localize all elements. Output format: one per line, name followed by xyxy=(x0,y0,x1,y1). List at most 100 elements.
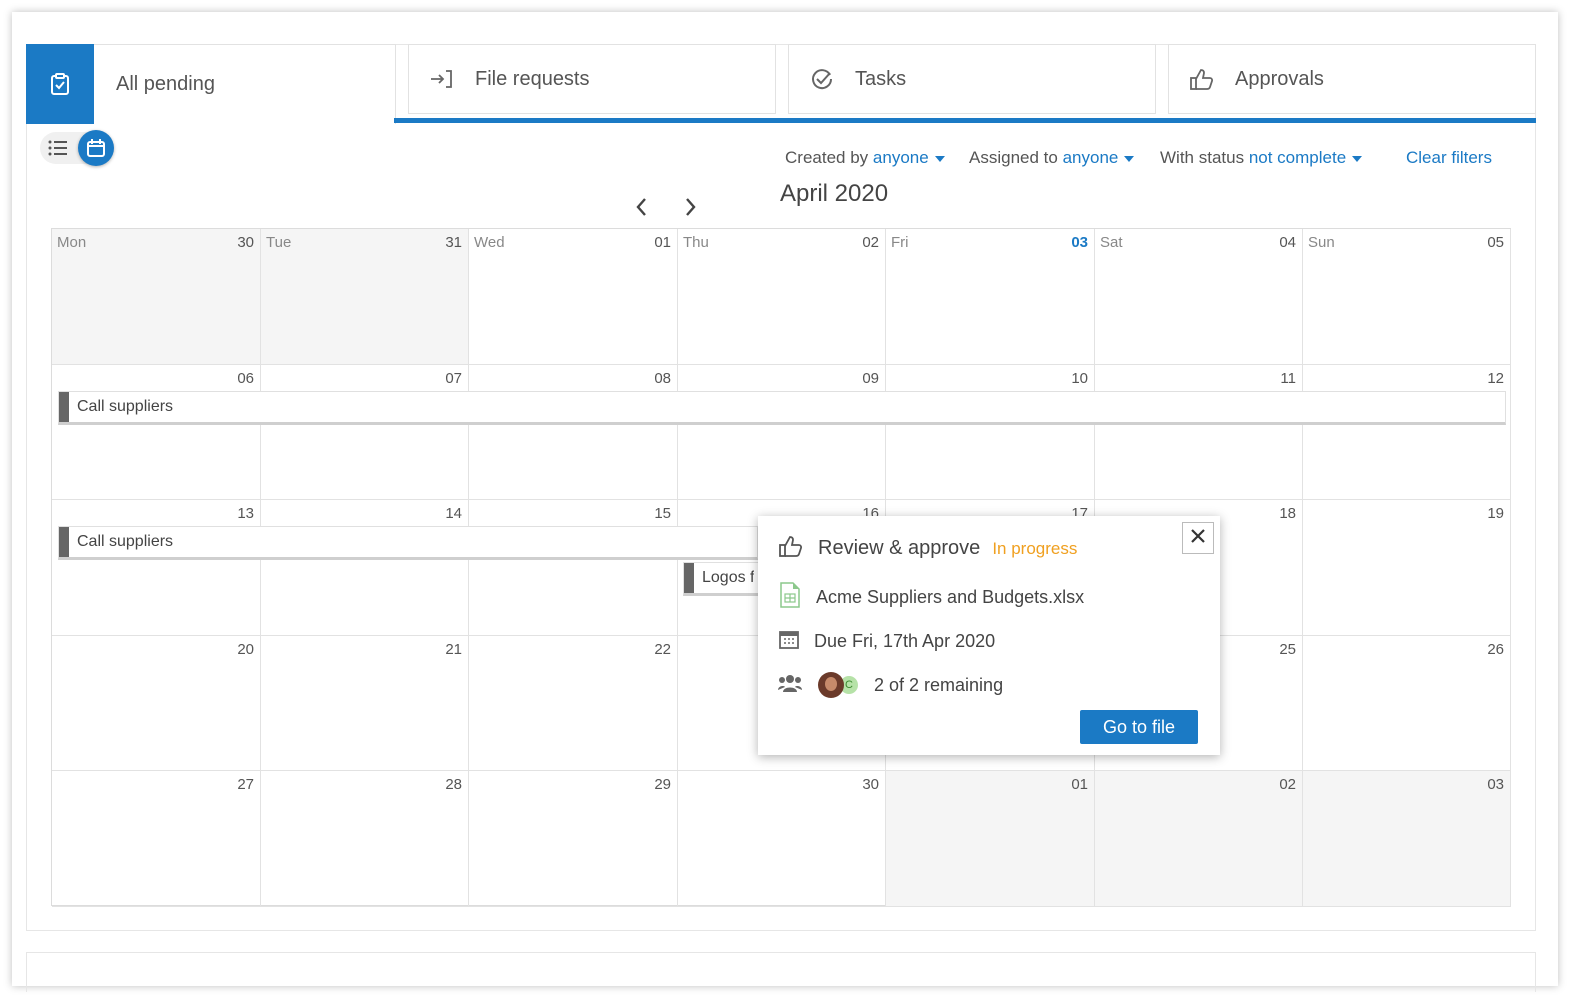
calendar-day-cell[interactable]: 12 xyxy=(1303,364,1511,501)
calendar-view-icon[interactable] xyxy=(78,130,114,166)
status-filter[interactable]: With status not complete xyxy=(1160,148,1363,168)
go-to-file-button[interactable]: Go to file xyxy=(1080,710,1198,744)
next-month-icon[interactable] xyxy=(684,196,698,223)
day-number: 22 xyxy=(654,640,671,658)
calendar-day-cell[interactable]: 11 xyxy=(1095,364,1303,501)
popup-assignees-row: C 2 of 2 remaining xyxy=(778,672,1003,698)
day-number: 31 xyxy=(445,234,462,251)
calendar-day-cell[interactable]: Fri 03 xyxy=(886,229,1095,365)
filter-label: Created by xyxy=(785,148,869,167)
calendar-day-cell[interactable]: 26 xyxy=(1303,635,1511,772)
event-label: Call suppliers xyxy=(77,398,174,415)
calendar-day-cell[interactable]: Sun 05 xyxy=(1303,229,1511,365)
close-icon xyxy=(1190,528,1206,549)
bottom-panel xyxy=(26,952,1536,992)
filter-value: anyone xyxy=(872,148,929,167)
calendar-day-cell[interactable]: 27 xyxy=(52,771,261,907)
tab-file-requests[interactable]: File requests xyxy=(408,44,776,114)
tab-label: Tasks xyxy=(855,67,907,90)
tab-approvals[interactable]: Approvals xyxy=(1168,44,1536,114)
calendar-day-cell[interactable]: Wed 01 xyxy=(469,229,678,365)
tab-label: All pending xyxy=(116,73,215,95)
calendar-event[interactable]: Logos f xyxy=(683,562,759,596)
calendar-day-cell[interactable]: 10 xyxy=(886,364,1095,501)
calendar-day-cell[interactable]: 02 xyxy=(1095,771,1303,907)
popup-remaining: 2 of 2 remaining xyxy=(874,674,1004,695)
day-number: 02 xyxy=(1279,776,1296,794)
calendar-day-cell[interactable]: 30 xyxy=(678,771,886,907)
calendar-event[interactable]: Call suppliers xyxy=(58,391,1506,425)
app-window: All pending File requests Tasks Approval… xyxy=(12,12,1558,992)
avatar xyxy=(818,672,844,698)
day-number: 01 xyxy=(654,234,671,251)
calendar-day-cell[interactable]: 08 xyxy=(469,364,678,501)
day-number: 09 xyxy=(862,369,879,387)
day-number: 21 xyxy=(445,640,462,658)
day-name: Thu xyxy=(683,234,709,251)
day-number: 15 xyxy=(654,505,671,523)
day-number: 18 xyxy=(1279,505,1296,523)
check-circle-icon xyxy=(789,67,855,91)
day-number: 29 xyxy=(654,776,671,794)
calendar-day-cell[interactable]: 15 xyxy=(469,500,678,636)
calendar-icon xyxy=(778,628,800,655)
filter-label: Assigned to xyxy=(969,148,1058,167)
calendar-day-cell[interactable]: 07 xyxy=(261,364,469,501)
day-number: 26 xyxy=(1487,640,1504,658)
calendar-day-cell[interactable]: Mon 30 xyxy=(52,229,261,365)
calendar-event[interactable]: Call suppliers xyxy=(58,526,758,560)
day-name: Mon xyxy=(57,234,87,251)
popup-file-name[interactable]: Acme Suppliers and Budgets.xlsx xyxy=(816,587,1084,608)
calendar-day-cell[interactable]: 14 xyxy=(261,500,469,636)
day-number: 04 xyxy=(1279,234,1296,251)
calendar-day-cell[interactable]: 29 xyxy=(469,771,678,907)
users-icon xyxy=(778,673,802,698)
day-number: 02 xyxy=(862,234,879,251)
caret-down-icon xyxy=(1124,155,1135,162)
popup-due-date: Due Fri, 17th Apr 2020 xyxy=(814,631,996,651)
view-toggle xyxy=(40,130,114,166)
day-number: 01 xyxy=(1071,776,1088,794)
day-number: 08 xyxy=(654,369,671,387)
tab-tasks[interactable]: Tasks xyxy=(788,44,1156,114)
list-view-icon[interactable] xyxy=(48,140,68,161)
month-title: April 2020 xyxy=(780,180,889,207)
day-number: 10 xyxy=(1071,369,1088,387)
calendar-day-cell[interactable]: 01 xyxy=(886,771,1095,907)
calendar-day-cell[interactable]: 20 xyxy=(52,635,261,772)
filter-value: not complete xyxy=(1248,148,1347,167)
tab-bar: All pending File requests Tasks Approval… xyxy=(26,44,1536,124)
calendar-day-cell[interactable]: 28 xyxy=(261,771,469,907)
calendar-day-cell[interactable]: Sat 04 xyxy=(1095,229,1303,365)
day-number: 05 xyxy=(1487,234,1504,251)
calendar-day-cell[interactable]: 21 xyxy=(261,635,469,772)
day-number: 13 xyxy=(237,505,254,523)
assigned-to-filter[interactable]: Assigned to anyone xyxy=(969,148,1135,168)
calendar-day-cell[interactable]: 19 xyxy=(1303,500,1511,636)
popup-due-row: Due Fri, 17th Apr 2020 xyxy=(778,628,995,655)
close-button[interactable] xyxy=(1182,522,1214,554)
day-number: 07 xyxy=(445,369,462,387)
calendar-day-cell[interactable]: 03 xyxy=(1303,771,1511,907)
popup-title-row: Review & approve In progress xyxy=(778,534,1077,563)
prev-month-icon[interactable] xyxy=(634,196,648,223)
day-name: Tue xyxy=(266,234,292,251)
calendar-day-cell[interactable]: 13 xyxy=(52,500,261,636)
calendar-day-cell[interactable]: 22 xyxy=(469,635,678,772)
calendar-day-cell[interactable]: 09 xyxy=(678,364,886,501)
day-number: 20 xyxy=(237,640,254,658)
popup-type: Review & approve xyxy=(818,537,981,559)
day-number: 06 xyxy=(237,369,254,387)
calendar-day-cell[interactable]: Tue 31 xyxy=(261,229,469,365)
assignee-avatars: C xyxy=(818,672,860,698)
calendar-day-cell[interactable]: Thu 02 xyxy=(678,229,886,365)
day-name: Sun xyxy=(1308,234,1335,251)
created-by-filter[interactable]: Created by anyone xyxy=(785,148,945,168)
tab-all-pending[interactable]: All pending xyxy=(26,44,396,124)
caret-down-icon xyxy=(1352,155,1363,162)
filter-value: anyone xyxy=(1062,148,1119,167)
tab-label: File requests xyxy=(475,67,590,90)
calendar-day-cell[interactable]: 06 xyxy=(52,364,261,501)
clear-filters-link[interactable]: Clear filters xyxy=(1406,148,1492,168)
file-request-icon xyxy=(409,68,475,90)
